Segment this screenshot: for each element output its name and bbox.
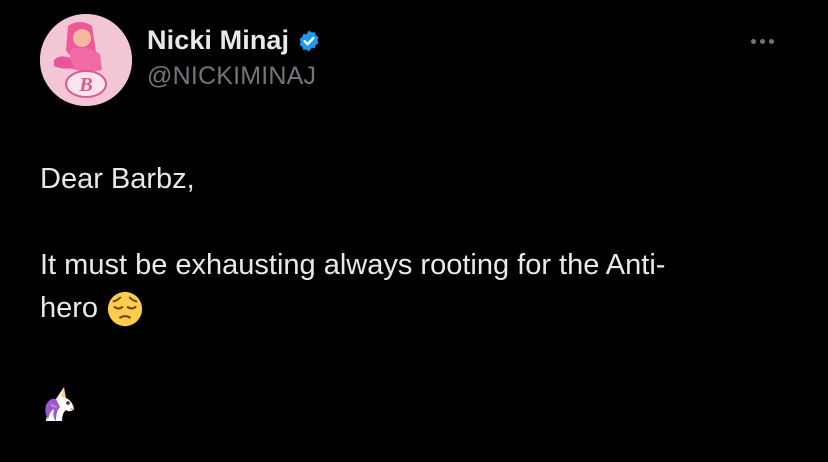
post-spacer bbox=[40, 330, 800, 373]
post-spacer bbox=[40, 201, 800, 244]
verified-badge-icon[interactable] bbox=[297, 29, 321, 53]
more-options-icon[interactable] bbox=[751, 36, 781, 46]
author-handle[interactable]: @NICKIMINAJ bbox=[147, 62, 316, 91]
post-line: hero bbox=[40, 287, 800, 330]
pensive-face-emoji bbox=[106, 290, 144, 328]
post-line-text: hero bbox=[40, 292, 99, 324]
avatar-image: B bbox=[40, 14, 132, 106]
avatar-badge-letter: B bbox=[78, 74, 92, 96]
author-row: Nicki Minaj bbox=[147, 25, 321, 56]
more-dot bbox=[751, 38, 756, 44]
post-line: Dear Barbz, bbox=[40, 163, 195, 195]
more-dot bbox=[760, 38, 765, 44]
unicorn-emoji bbox=[40, 383, 80, 423]
avatar[interactable]: B bbox=[40, 14, 132, 106]
post-line: It must be exhausting always rooting for… bbox=[40, 249, 666, 281]
display-name[interactable]: Nicki Minaj bbox=[147, 25, 289, 56]
post-body: Dear Barbz, It must be exhausting always… bbox=[40, 158, 800, 423]
more-dot bbox=[769, 38, 774, 44]
